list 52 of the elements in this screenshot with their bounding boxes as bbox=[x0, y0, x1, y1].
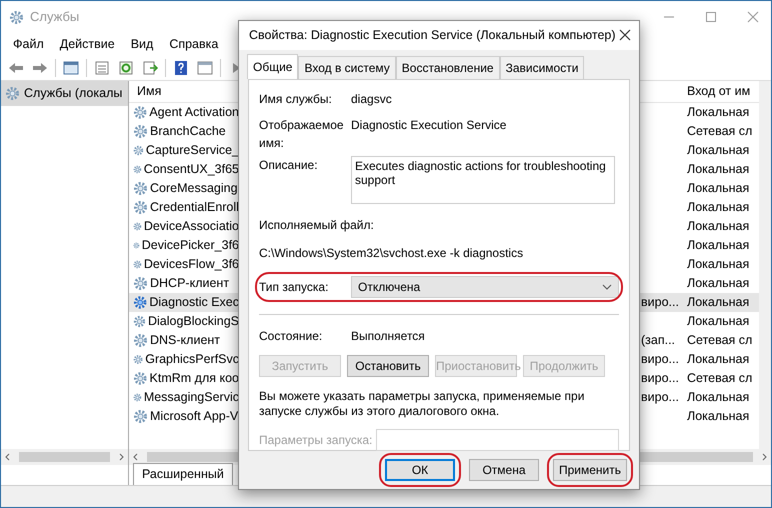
table-cell: Локальная bbox=[687, 105, 750, 120]
service-name: DeviceAssociatio bbox=[144, 218, 239, 236]
table-cell: Сетевая сл bbox=[687, 333, 752, 348]
table-cell: виро... bbox=[641, 352, 679, 366]
table-cell: Локальная bbox=[687, 200, 750, 214]
table-cell: виро... bbox=[641, 295, 679, 310]
service-name: CoreMessaging bbox=[150, 180, 238, 198]
table-cell: Сетевая сл bbox=[687, 371, 752, 386]
service-name: CredentialEnroll bbox=[150, 199, 239, 216]
service-name: KtmRm для коо bbox=[150, 370, 239, 388]
window-title: Службы bbox=[30, 8, 80, 26]
service-name: BranchCache bbox=[150, 123, 226, 140]
service-name: Diagnostic Exec bbox=[149, 294, 239, 312]
service-name: Microsoft App-V bbox=[150, 408, 238, 426]
field-label: Тип запуска: bbox=[259, 278, 330, 296]
service-name: CaptureService_ bbox=[146, 142, 239, 160]
dialog-title: Свойства: Diagnostic Execution Service (Локальный компьютер) bbox=[249, 26, 616, 44]
table-cell: Сетевая сл bbox=[687, 124, 752, 138]
field-value: Diagnostic Execution Service bbox=[351, 116, 506, 134]
table-cell: Локальная bbox=[687, 352, 750, 366]
table-cell: Локальная bbox=[687, 390, 750, 404]
table-cell: Локальная bbox=[687, 238, 750, 252]
table-cell: Локальная bbox=[687, 219, 750, 234]
table-cell: (зап... bbox=[641, 333, 676, 348]
table-cell: Локальная bbox=[687, 181, 750, 196]
status-value: Выполняется bbox=[351, 328, 425, 345]
table-cell: виро... bbox=[641, 371, 679, 386]
table-cell: Локальная bbox=[687, 295, 750, 310]
table-cell: Локальная bbox=[687, 143, 750, 158]
service-name: DevicesFlow_3f6 bbox=[144, 256, 239, 274]
field-label: Исполняемый файл: bbox=[259, 216, 375, 234]
service-name: DialogBlockingS bbox=[148, 313, 239, 330]
table-cell: виро... bbox=[641, 390, 679, 404]
table-cell: Локальная bbox=[687, 276, 750, 290]
file-path: C:\Windows\System32\svchost.exe -k diagnostics bbox=[259, 244, 524, 262]
field-value: diagsvc bbox=[351, 90, 392, 108]
service-name: DHCP-клиент bbox=[150, 275, 230, 292]
service-name: GraphicsPerfSvc bbox=[145, 351, 239, 368]
service-name: MessagingServic bbox=[144, 389, 239, 406]
field-label: Состояние: bbox=[259, 328, 324, 345]
table-cell: Локальная bbox=[687, 314, 750, 328]
service-name: ConsentUX_3f65 bbox=[144, 161, 239, 178]
field-label: Описание: bbox=[259, 156, 319, 174]
service-name: DNS-клиент bbox=[150, 332, 220, 350]
service-name: DevicePicker_3f6 bbox=[142, 237, 239, 254]
service-name: Agent Activation bbox=[149, 104, 239, 122]
table-cell: Локальная bbox=[687, 162, 750, 176]
field-label: Имя службы: bbox=[259, 90, 333, 108]
table-cell: Локальная bbox=[687, 257, 750, 272]
hint-text: Вы можете указать параметры запуска, применяемые при запуске службы из этого диалогового окна. bbox=[259, 388, 586, 419]
field-label: Параметры запуска: bbox=[259, 432, 372, 449]
table-cell: Локальная bbox=[687, 409, 750, 424]
